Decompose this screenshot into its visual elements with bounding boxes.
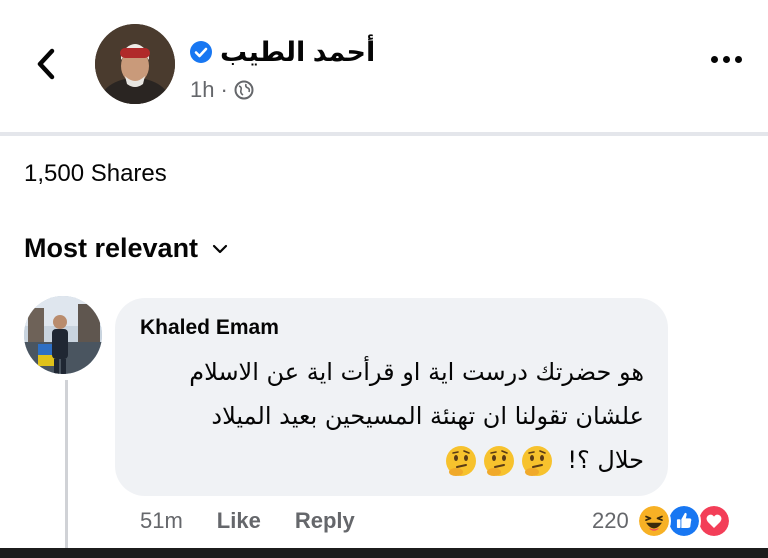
- comment-line: علشان تقولنا ان تهنئة المسيحين بعيد المي…: [211, 402, 644, 430]
- post-time[interactable]: 1h: [190, 77, 214, 103]
- like-icon: [666, 504, 701, 538]
- author-name[interactable]: أحمد الطيب: [220, 37, 375, 68]
- comment-text: هو حضرتك درست اية او قرأت اية عن الاسلام…: [124, 350, 644, 482]
- commenter-avatar[interactable]: [24, 296, 102, 374]
- thinking-face-icon: [483, 446, 514, 476]
- reaction-icons: [636, 504, 741, 538]
- comment-bubble: Khaled Emam هو حضرتك درست اية او قرأت اي…: [115, 298, 668, 496]
- comment-line: حلال ؟!: [567, 446, 644, 474]
- reactions-summary[interactable]: 220: [592, 503, 741, 539]
- section-divider: [0, 132, 768, 136]
- back-button[interactable]: [30, 44, 62, 84]
- thinking-face-icon: [445, 446, 476, 476]
- comment-time[interactable]: 51m: [140, 508, 183, 534]
- author-photo: [95, 24, 175, 104]
- meta-separator: ·: [220, 77, 228, 102]
- more-options-button[interactable]: [711, 56, 742, 63]
- commenter-photo: [24, 296, 102, 374]
- globe-icon: [234, 80, 254, 100]
- reply-button[interactable]: Reply: [295, 508, 355, 534]
- more-dot-icon: [711, 56, 718, 63]
- comment-thread-line: [65, 380, 68, 550]
- comment-actions: 51m Like Reply: [140, 508, 355, 534]
- bottom-edge-bar: [0, 548, 768, 558]
- chevron-down-icon: [212, 244, 228, 253]
- emoji-group: [444, 444, 554, 478]
- chevron-left-icon: [37, 48, 55, 80]
- post-header: أحمد الطيب 1h ·: [0, 0, 768, 132]
- commenter-name[interactable]: Khaled Emam: [140, 316, 279, 340]
- haha-icon: [636, 504, 671, 538]
- like-button[interactable]: Like: [217, 508, 261, 534]
- more-dot-icon: [723, 56, 730, 63]
- shares-count[interactable]: 1,500 Shares: [24, 160, 167, 188]
- author-avatar[interactable]: [95, 24, 175, 104]
- author-line: أحمد الطيب: [190, 30, 375, 74]
- verified-badge-icon: [190, 41, 212, 63]
- thinking-face-icon: [521, 446, 552, 476]
- post-meta: 1h ·: [190, 77, 254, 103]
- comment-sort-dropdown[interactable]: Most relevant: [24, 233, 228, 264]
- sort-label: Most relevant: [24, 233, 199, 263]
- comment-line: هو حضرتك درست اية او قرأت اية عن الاسلام: [189, 358, 644, 386]
- love-icon: [696, 504, 731, 538]
- comment-line-last: حلال ؟!: [124, 438, 644, 482]
- reaction-count: 220: [592, 508, 629, 533]
- more-dot-icon: [735, 56, 742, 63]
